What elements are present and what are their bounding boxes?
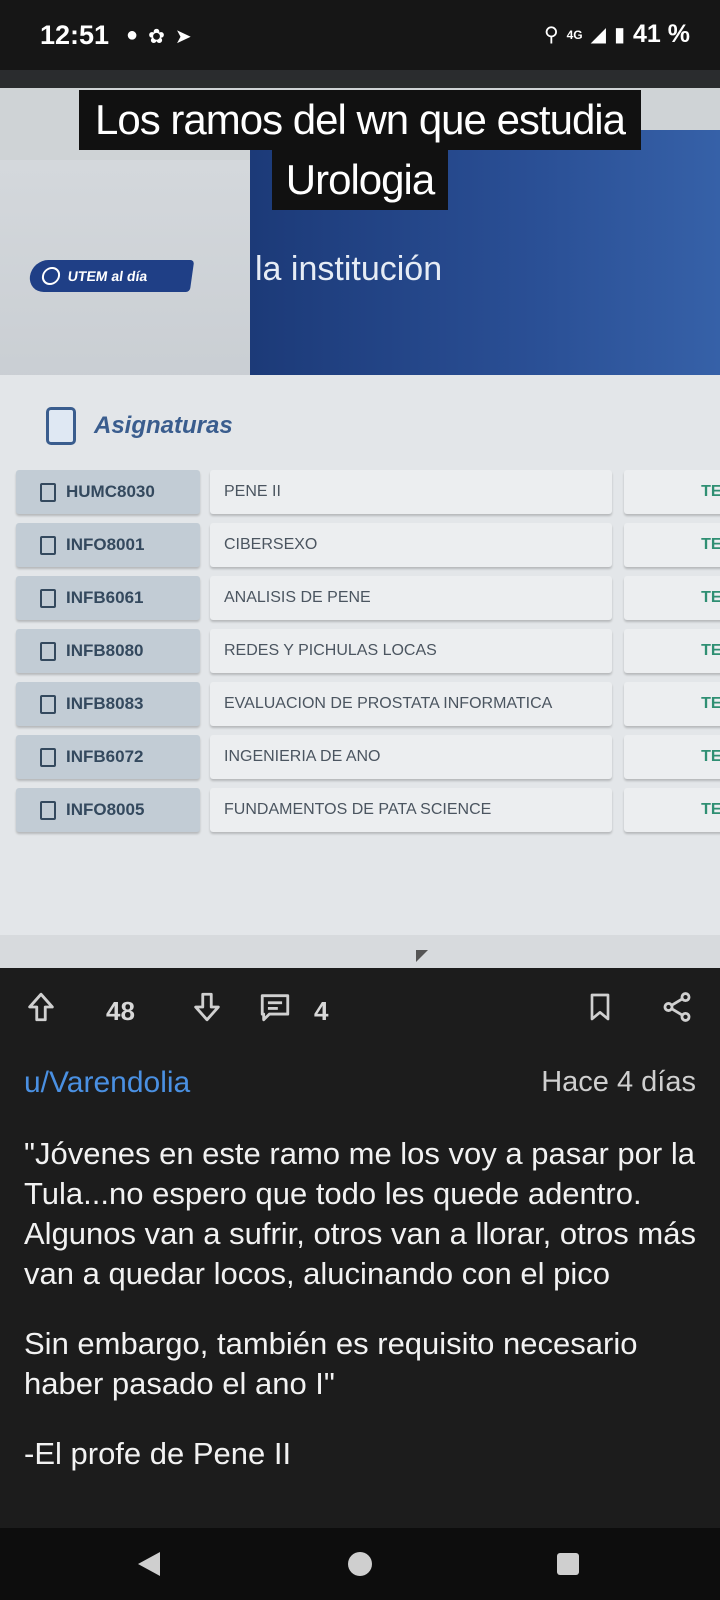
home-icon[interactable]	[348, 1552, 372, 1576]
caption-line-2: Urologia	[271, 150, 449, 210]
course-row: INFB6061 ANALISIS DE PENE TEO	[16, 576, 720, 620]
document-icon	[40, 482, 56, 502]
share-icon	[663, 992, 691, 1022]
status-time: 12:51	[40, 20, 110, 50]
document-icon	[40, 747, 56, 767]
course-type: TEO	[624, 682, 720, 726]
course-name: EVALUACION DE PROSTATA INFORMATICA	[210, 682, 612, 726]
downvote-button[interactable]	[190, 990, 224, 1024]
author-link[interactable]: u/Varendolia	[24, 1066, 190, 1100]
course-type: TEO	[624, 523, 720, 567]
comment-icon	[260, 994, 290, 1022]
course-code: INFB8080	[66, 641, 144, 660]
course-type: TEO	[624, 629, 720, 673]
save-button[interactable]	[584, 990, 616, 1024]
battery-percent: 41 %	[633, 20, 690, 48]
course-name: REDES Y PICHULAS LOCAS	[210, 629, 612, 673]
post-timestamp: Hace 4 días	[541, 1066, 696, 1098]
course-code: INFO8001	[66, 535, 145, 554]
course-name: FUNDAMENTOS DE PATA SCIENCE	[210, 788, 612, 832]
course-row: INFB8080 REDES Y PICHULAS LOCAS TEO	[16, 629, 720, 673]
post-paragraph: Sin embargo, también es requisito necesa…	[24, 1326, 638, 1401]
comment-count: 4	[314, 996, 329, 1026]
course-name: PENE II	[210, 470, 612, 514]
course-row: INFB8083 EVALUACION DE PROSTATA INFORMAT…	[16, 682, 720, 726]
section-title: Asignaturas	[94, 412, 233, 439]
caption-line-1: Los ramos del wn que estudia	[79, 90, 641, 150]
course-row: INFO8005 FUNDAMENTOS DE PATA SCIENCE TEO	[16, 788, 720, 832]
course-row: INFB6072 INGENIERIA DE ANO TEO	[16, 735, 720, 779]
courses-panel: Asignaturas HUMC8030 PENE II TEO INFO800…	[0, 375, 720, 935]
shield-icon	[40, 267, 62, 285]
document-icon	[40, 800, 56, 820]
document-icon	[40, 588, 56, 608]
vpn-key-icon: ⚲	[543, 24, 559, 46]
battery-icon: ▮	[614, 24, 626, 46]
post-body: "Jóvenes en este ramo me los voy a pasar…	[24, 1134, 704, 1504]
arrow-up-icon	[28, 992, 54, 1022]
document-icon	[40, 641, 56, 661]
course-name: INGENIERIA DE ANO	[210, 735, 612, 779]
document-icon	[40, 694, 56, 714]
course-type: TEO	[624, 735, 720, 779]
course-code: INFB6072	[66, 747, 144, 766]
post-image[interactable]: la institución UTEM al día Los ramos del…	[0, 70, 720, 968]
course-type: TEO	[624, 576, 720, 620]
share-button[interactable]	[660, 990, 694, 1024]
course-code: INFO8005	[66, 800, 145, 819]
course-type: TEO	[624, 470, 720, 514]
back-icon[interactable]	[138, 1552, 160, 1576]
post-paragraph: "Jóvenes en este ramo me los voy a pasar…	[24, 1136, 696, 1291]
recents-icon[interactable]	[557, 1553, 579, 1575]
course-row: INFO8001 CIBERSEXO TEO	[16, 523, 720, 567]
course-code: INFB6061	[66, 588, 144, 607]
status-bar: 12:51 ● ✿ ➤ ⚲ 4G ◢ ▮ 41 %	[0, 0, 720, 70]
bookmark-icon	[590, 993, 610, 1021]
system-nav-bar	[0, 1528, 720, 1600]
course-name: ANALISIS DE PENE	[210, 576, 612, 620]
score-count: 48	[106, 996, 135, 1026]
course-code: INFB8083	[66, 694, 144, 713]
course-row: HUMC8030 PENE II TEO	[16, 470, 720, 514]
document-icon	[40, 535, 56, 555]
cursor-icon	[416, 950, 428, 962]
network-label: 4G	[566, 27, 583, 42]
course-name: CIBERSEXO	[210, 523, 612, 567]
banner-text: la institución	[255, 250, 443, 288]
post-action-bar: 48 4	[0, 968, 720, 1052]
signal-icon: ◢	[590, 24, 606, 46]
meme-caption: Los ramos del wn que estudia Urologia	[0, 90, 720, 210]
course-type: TEO	[624, 788, 720, 832]
rocket-icon: ➤	[174, 26, 192, 48]
post-paragraph: -El profe de Pene II	[24, 1436, 292, 1471]
upvote-button[interactable]	[24, 990, 58, 1024]
subjects-icon	[46, 407, 76, 445]
utem-logo: UTEM al día	[27, 260, 195, 292]
comments-button[interactable]	[258, 990, 292, 1024]
arrow-down-icon	[194, 992, 220, 1022]
signal-search-icon: ✿	[148, 26, 165, 48]
course-code: HUMC8030	[66, 482, 155, 501]
incognito-icon: ●	[126, 24, 139, 46]
